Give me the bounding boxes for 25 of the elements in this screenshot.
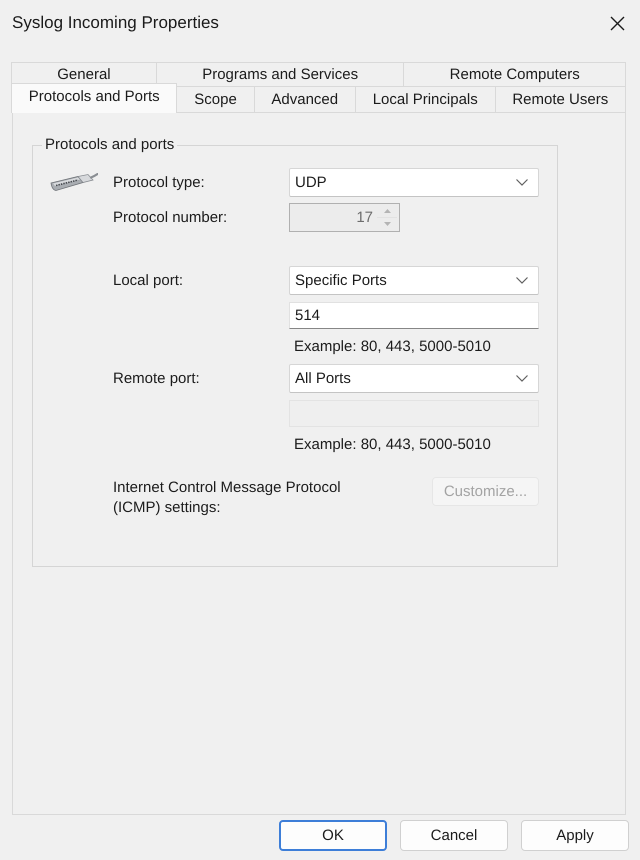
down-arrow-icon [384,222,390,226]
apply-button[interactable]: Apply [521,820,629,851]
tab[interactable]: Protocols and Ports [11,83,178,113]
up-arrow-icon [384,209,390,213]
protocol-number-label: Protocol number: [113,209,228,226]
ok-button[interactable]: OK [279,820,387,851]
tab[interactable]: Remote Users [494,86,626,112]
local-port-dropdown[interactable]: Specific Ports [289,266,539,295]
remote-port-label: Remote port: [113,370,200,387]
window-title: Syslog Incoming Properties [12,13,219,33]
local-port-field[interactable]: 514 [289,302,539,329]
chevron-down-icon [516,277,528,284]
close-icon [610,16,624,30]
icmp-settings-label: Internet Control Message Protocol (ICMP) settings: [113,478,342,518]
cancel-button[interactable]: Cancel [400,820,508,851]
local-port-label: Local port: [113,272,184,289]
protocol-type-dropdown[interactable]: UDP [289,168,539,197]
group-title: Protocols and ports [44,136,176,154]
chevron-down-icon [516,375,528,382]
protocol-type-label: Protocol type: [113,174,205,191]
port-example-text: Example: 80, 443, 5000-5010 [293,338,492,356]
connector-icon [50,172,98,192]
port-example-text: Example: 80, 443, 5000-5010 [293,436,492,454]
tab[interactable]: Remote Computers [403,62,626,86]
chevron-down-icon [516,179,528,186]
